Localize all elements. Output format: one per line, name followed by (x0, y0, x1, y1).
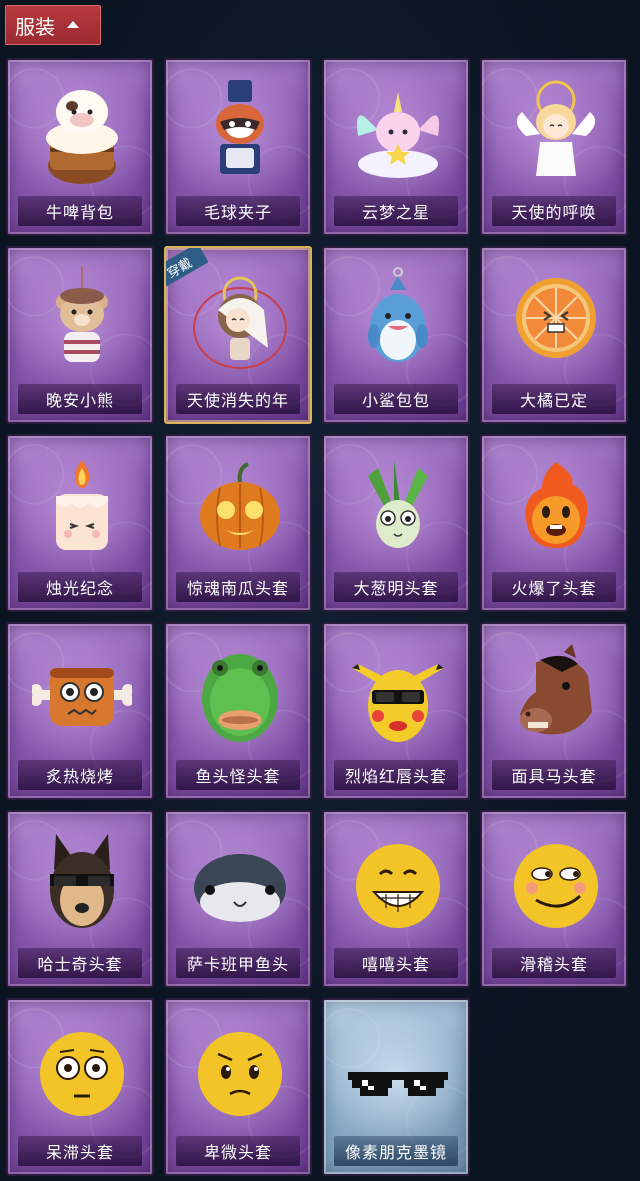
raccoon-soldier-icon (216, 80, 264, 174)
item-card-little-shark-bag[interactable]: 小鲨包包 (322, 246, 470, 424)
item-label: 呆滞头套 (18, 1136, 142, 1166)
item-card-humble-head[interactable]: 卑微头套 (164, 998, 312, 1176)
item-label: 炙热烧烤 (18, 760, 142, 790)
item-label: 卑微头套 (176, 1136, 300, 1166)
item-card-goodnight-bear[interactable]: 晚安小熊 (6, 246, 154, 424)
item-card-cloud-dream-star[interactable]: 云梦之星 (322, 58, 470, 236)
item-card-dazed-head[interactable]: 呆滞头套 (6, 998, 154, 1176)
costume-tab-label: 服装 (15, 14, 55, 39)
item-label: 晚安小熊 (18, 384, 142, 414)
angel-doll-icon (516, 80, 596, 176)
costume-category-tab[interactable]: 服装 (5, 5, 101, 45)
item-label: 大葱明头套 (334, 572, 458, 602)
smirk-emoji-head-icon (514, 844, 598, 928)
item-card-pixel-punk-shades[interactable]: 像素朋克墨镜 (322, 998, 470, 1176)
pikachu-sunglasses-head-icon (352, 664, 444, 742)
item-card-cow-beer-backpack[interactable]: 牛啤背包 (6, 58, 154, 236)
unicorn-cloud-icon (357, 92, 439, 178)
item-label: 牛啤背包 (18, 196, 142, 226)
item-label: 云梦之星 (334, 196, 458, 226)
item-label: 鱼头怪头套 (176, 760, 300, 790)
pumpkin-head-icon (200, 462, 280, 550)
item-label: 哈士奇头套 (18, 948, 142, 978)
grin-emoji-head-icon (356, 844, 440, 928)
fish-monster-head-icon (202, 654, 278, 742)
husky-sunglasses-head-icon (50, 834, 114, 928)
sacabambaspis-head-icon (194, 854, 286, 922)
item-label: 大橘已定 (492, 384, 616, 414)
timid-emoji-head-icon (198, 1032, 282, 1116)
item-label: 像素朋克墨镜 (334, 1136, 458, 1166)
teddy-bear-icon (56, 266, 108, 362)
item-card-spooky-pumpkin-head[interactable]: 惊魂南瓜头套 (164, 434, 312, 612)
green-onion-head-icon (368, 460, 428, 548)
cow-beer-barrel-icon (46, 90, 118, 184)
pixel-sunglasses-icon (348, 1072, 448, 1096)
item-card-fire-head[interactable]: 火爆了头套 (480, 434, 628, 612)
item-label: 面具马头套 (492, 760, 616, 790)
fire-face-head-icon (525, 462, 588, 548)
bbq-meat-icon (32, 668, 132, 726)
item-label: 滑稽头套 (492, 948, 616, 978)
item-label: 天使的呼唤 (492, 196, 616, 226)
item-card-scallion-head[interactable]: 大葱明头套 (322, 434, 470, 612)
wardrobe-page: 服装 牛啤背包 毛球夹子 云梦之星 天使的呼唤 晚安小熊 穿戴 天使消失的年 小… (0, 0, 640, 1181)
orange-slice-icon (516, 278, 596, 358)
item-card-horse-mask-head[interactable]: 面具马头套 (480, 622, 628, 800)
item-card-red-lips-head[interactable]: 烈焰红唇头套 (322, 622, 470, 800)
item-label: 嘻嘻头套 (334, 948, 458, 978)
item-card-angel-vanished-year[interactable]: 穿戴 天使消失的年 (164, 246, 312, 424)
item-label: 烈焰红唇头套 (334, 760, 458, 790)
item-card-big-orange[interactable]: 大橘已定 (480, 246, 628, 424)
chevron-up-icon (67, 20, 79, 28)
item-card-raccoon-clip[interactable]: 毛球夹子 (164, 58, 312, 236)
item-card-sacabambaspis-head[interactable]: 萨卡班甲鱼头 (164, 810, 312, 988)
item-card-funny-head[interactable]: 滑稽头套 (480, 810, 628, 988)
stunned-emoji-head-icon (40, 1032, 124, 1116)
item-label: 毛球夹子 (176, 196, 300, 226)
item-label: 火爆了头套 (492, 572, 616, 602)
veiled-angel-doll-icon (193, 276, 287, 369)
shark-plush-icon (368, 267, 428, 362)
item-label: 惊魂南瓜头套 (176, 572, 300, 602)
item-card-husky-head[interactable]: 哈士奇头套 (6, 810, 154, 988)
item-card-sizzling-bbq[interactable]: 炙热烧烤 (6, 622, 154, 800)
horse-mask-head-icon (520, 644, 592, 735)
item-label: 小鲨包包 (334, 384, 458, 414)
item-label: 萨卡班甲鱼头 (176, 948, 300, 978)
item-card-angel-call[interactable]: 天使的呼唤 (480, 58, 628, 236)
item-card-candlelight-memorial[interactable]: 烛光纪念 (6, 434, 154, 612)
item-label: 烛光纪念 (18, 572, 142, 602)
item-card-hehe-head[interactable]: 嘻嘻头套 (322, 810, 470, 988)
item-label: 天使消失的年 (176, 384, 300, 414)
item-card-fish-monster-head[interactable]: 鱼头怪头套 (164, 622, 312, 800)
candle-face-icon (56, 460, 108, 550)
